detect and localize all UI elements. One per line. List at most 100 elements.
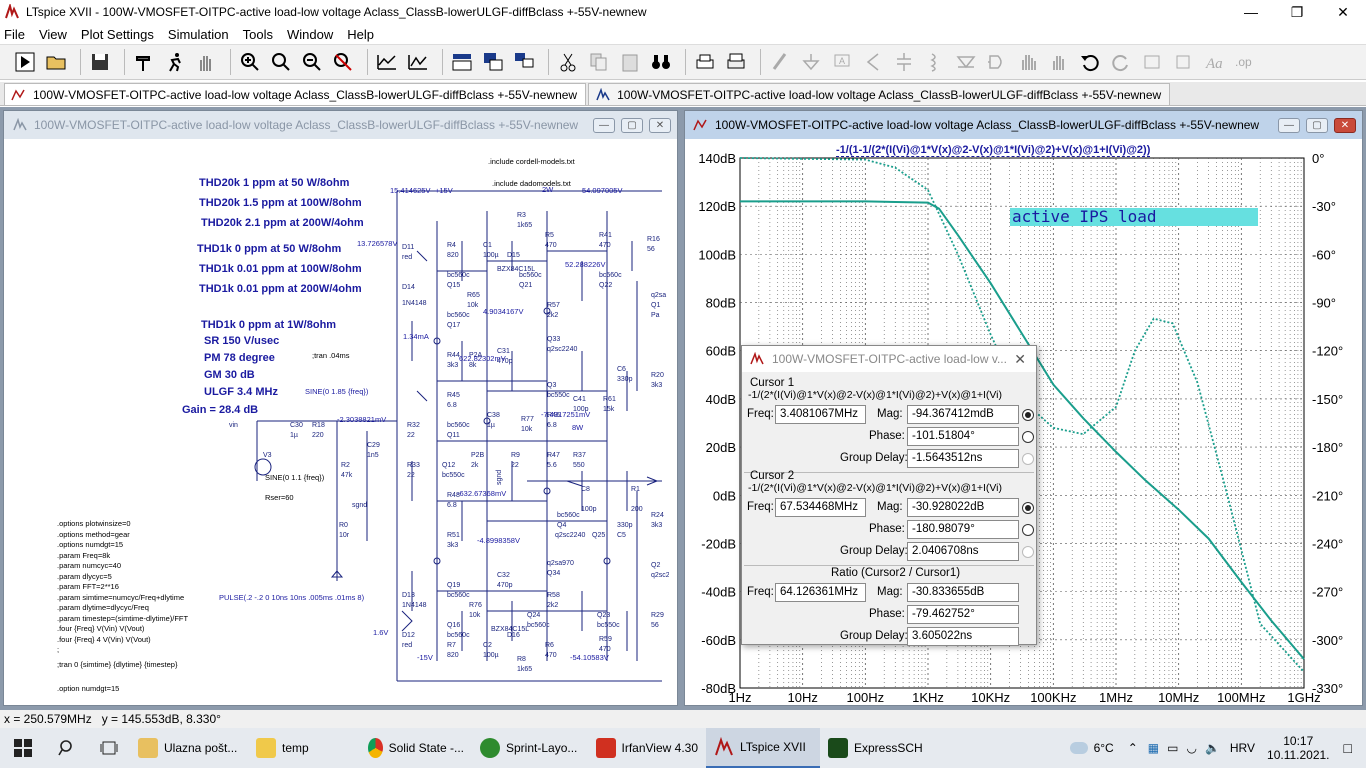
clock[interactable]: 10:17 10.11.2021.	[1267, 734, 1330, 762]
cursor1-gd-radio[interactable]	[1022, 453, 1034, 465]
wifi-icon[interactable]: ◡	[1186, 741, 1196, 755]
network-icon[interactable]: ▦	[1148, 741, 1159, 755]
schematic-canvas[interactable]: D11 red D14 1N4148 R4 820 bc560c Q15 bc560c Q…	[7, 141, 669, 701]
cut-button[interactable]	[555, 49, 581, 75]
taskbar-item-sprint-layout[interactable]: Sprint-Layo...	[472, 728, 588, 768]
cursor2-phase-field[interactable]: -180.98079°	[907, 520, 1019, 539]
capacitor-button[interactable]	[891, 49, 917, 75]
cursor1-group-delay-field[interactable]: -1.5643512ns	[907, 449, 1019, 468]
menu-view[interactable]: View	[39, 27, 67, 42]
wire-button[interactable]	[767, 49, 793, 75]
plot-maximize-button[interactable]: ▢	[1306, 117, 1328, 133]
tab-plot[interactable]: 100W-VMOSFET-OITPC-active load-low volta…	[4, 83, 587, 105]
zoom-out-button[interactable]	[299, 49, 325, 75]
cursor2-group-delay-field[interactable]: 2.0406708ns	[907, 542, 1019, 561]
menu-help[interactable]: Help	[347, 27, 374, 42]
svg-text:R0: R0	[339, 522, 348, 529]
cursor2-mag-radio[interactable]	[1022, 502, 1034, 514]
restore-button[interactable]: ❐	[1274, 0, 1320, 24]
cursor1-freq-field[interactable]: 3.4081067MHz	[775, 405, 866, 424]
weather-temp[interactable]: 6°C	[1094, 741, 1114, 755]
label-button[interactable]: A	[829, 49, 855, 75]
menu-simulation[interactable]: Simulation	[168, 27, 229, 42]
cursor1-mag-radio[interactable]	[1022, 409, 1034, 421]
cursor2-phase-radio[interactable]	[1022, 524, 1034, 536]
cursor2-freq-field[interactable]: 67.534468MHz	[775, 498, 866, 517]
task-view-button[interactable]	[88, 728, 130, 768]
find-button[interactable]	[648, 49, 674, 75]
move-button[interactable]	[1015, 49, 1041, 75]
chevron-up-icon[interactable]: ⌃	[1128, 741, 1138, 755]
schematic-minimize-button[interactable]: —	[593, 117, 615, 133]
schematic-close-button[interactable]: ✕	[649, 117, 671, 133]
paste-button[interactable]	[617, 49, 643, 75]
battery-icon[interactable]: ▭	[1167, 741, 1178, 755]
mirror-button[interactable]	[1170, 49, 1196, 75]
menu-tools[interactable]: Tools	[243, 27, 273, 42]
taskbar-item-expresssch[interactable]: ExpressSCH	[820, 728, 932, 768]
notification-icon[interactable]: □	[1344, 740, 1352, 756]
menu-file[interactable]: File	[4, 27, 25, 42]
svg-text:15k: 15k	[603, 406, 615, 413]
ratio-freq-field[interactable]: 64.126361MHz	[775, 583, 866, 602]
taskbar-item-temp[interactable]: temp	[248, 728, 360, 768]
print-preview-button[interactable]	[723, 49, 749, 75]
halt-button[interactable]	[162, 49, 188, 75]
run-button[interactable]	[12, 49, 38, 75]
cursor1-phase-radio[interactable]	[1022, 431, 1034, 443]
rotate-button[interactable]	[1139, 49, 1165, 75]
ratio-group-delay-field[interactable]: 3.605022ns	[907, 627, 1019, 646]
taskbar-item-ltspice[interactable]: LTspice XVII	[706, 728, 820, 768]
cursor1-mag-field[interactable]: -94.367412mdB	[907, 405, 1019, 424]
control-panel-button[interactable]	[131, 49, 157, 75]
schematic-window[interactable]: 100W-VMOSFET-OITPC-active load-low volta…	[3, 110, 678, 706]
spice-directive-button[interactable]: .op	[1232, 49, 1258, 75]
close-button[interactable]: ✕	[1320, 0, 1366, 24]
schematic-maximize-button[interactable]: ▢	[621, 117, 643, 133]
ratio-mag-field[interactable]: -30.833655dB	[907, 583, 1019, 602]
keyboard-language[interactable]: HRV	[1230, 741, 1255, 755]
cursor-dialog[interactable]: 100W-VMOSFET-OITPC-active load-low v... …	[741, 345, 1037, 646]
print-button[interactable]	[692, 49, 718, 75]
zoom-cancel-button[interactable]	[330, 49, 356, 75]
redo-button[interactable]	[1108, 49, 1134, 75]
tab-schematic[interactable]: 100W-VMOSFET-OITPC-active load-low volta…	[588, 83, 1171, 105]
menu-window[interactable]: Window	[287, 27, 333, 42]
diode-button[interactable]	[953, 49, 979, 75]
ground-button[interactable]	[798, 49, 824, 75]
cursor-dialog-close-button[interactable]: ✕	[1014, 351, 1026, 368]
freq-label: Freq:	[747, 586, 774, 598]
start-button[interactable]	[0, 728, 46, 768]
menu-plot-settings[interactable]: Plot Settings	[81, 27, 154, 42]
text-button[interactable]: Aa	[1201, 49, 1227, 75]
plot-close-button[interactable]: ✕	[1334, 117, 1356, 133]
autorange-button[interactable]	[374, 49, 400, 75]
ratio-phase-field[interactable]: -79.462752°	[907, 605, 1019, 624]
cursor1-phase-field[interactable]: -101.51804°	[907, 427, 1019, 446]
zoom-full-button[interactable]	[268, 49, 294, 75]
volume-icon[interactable]: 🔈	[1205, 741, 1220, 755]
windows-button[interactable]	[511, 49, 537, 75]
cursor2-mag-field[interactable]: -30.928022dB	[907, 498, 1019, 517]
resistor-button[interactable]	[860, 49, 886, 75]
open-button[interactable]	[43, 49, 69, 75]
zoom-in-button[interactable]	[237, 49, 263, 75]
cursor2-gd-radio[interactable]	[1022, 546, 1034, 558]
undo-button[interactable]	[1077, 49, 1103, 75]
cascade-button[interactable]	[480, 49, 506, 75]
tile-button[interactable]	[449, 49, 475, 75]
inductor-button[interactable]	[922, 49, 948, 75]
minimize-button[interactable]: —	[1228, 0, 1274, 24]
trace-expression[interactable]: -1/(1-1/(2*(I(Vi)@1*V(x)@2-V(x)@1*I(Vi)@…	[836, 144, 1151, 157]
taskbar-item-chrome[interactable]: Solid State -...	[360, 728, 472, 768]
taskbar-item-mail[interactable]: Ulazna pošt...	[130, 728, 248, 768]
copy-button[interactable]	[586, 49, 612, 75]
pan-button[interactable]	[193, 49, 219, 75]
manual-limits-button[interactable]	[405, 49, 431, 75]
component-button[interactable]	[984, 49, 1010, 75]
search-button[interactable]	[46, 728, 88, 768]
plot-minimize-button[interactable]: —	[1278, 117, 1300, 133]
save-button[interactable]	[87, 49, 113, 75]
drag-button[interactable]	[1046, 49, 1072, 75]
taskbar-item-irfanview[interactable]: IrfanView 4.30	[588, 728, 706, 768]
